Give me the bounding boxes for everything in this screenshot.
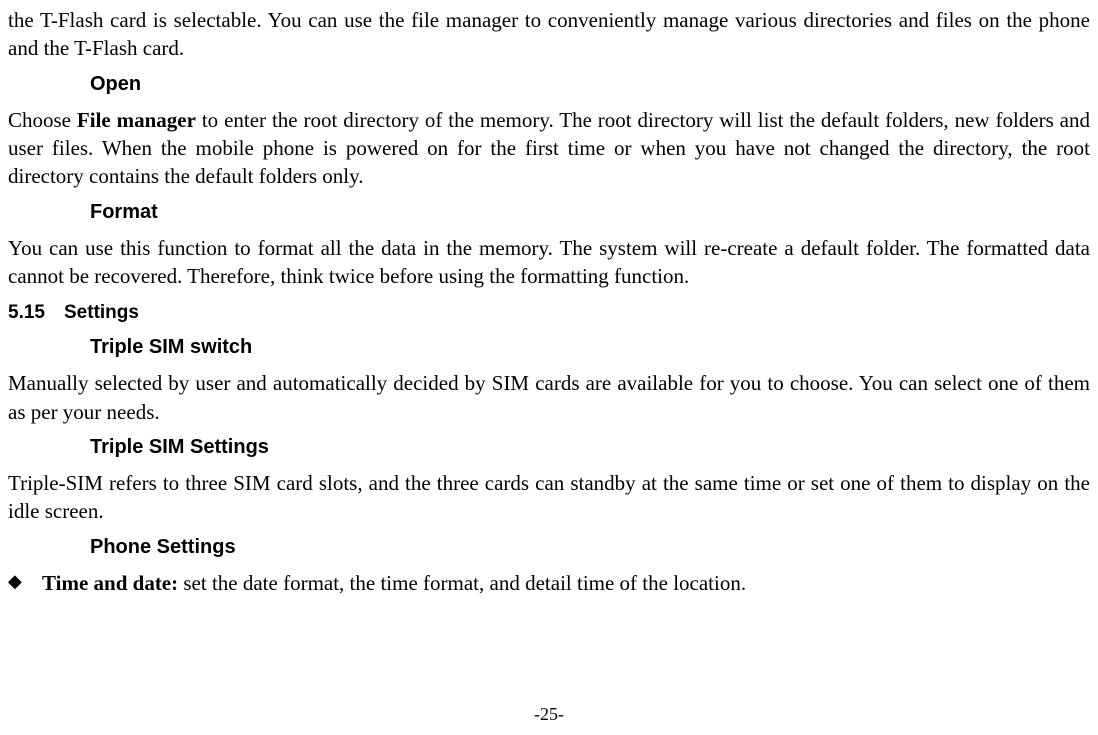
page-number: -25-: [0, 704, 1098, 725]
heading-settings: 5.15Settings: [8, 302, 1090, 324]
open-paragraph: Choose File manager to enter the root di…: [8, 106, 1090, 191]
heading-phone-settings: Phone Settings: [90, 536, 1090, 559]
heading-triple-sim-switch: Triple SIM switch: [90, 336, 1090, 359]
section-number: 5.15: [8, 302, 64, 324]
time-and-date-label: Time and date:: [42, 571, 178, 595]
heading-format: Format: [90, 201, 1090, 224]
diamond-bullet-icon: ◆: [8, 569, 42, 594]
intro-paragraph: the T-Flash card is selectable. You can …: [8, 6, 1090, 63]
time-and-date-desc: set the date format, the time format, an…: [178, 571, 746, 595]
section-title: Settings: [64, 302, 139, 323]
format-paragraph: You can use this function to format all …: [8, 234, 1090, 291]
open-text-pre: Choose: [8, 108, 77, 132]
bullet-text: Time and date: set the date format, the …: [42, 569, 1090, 597]
triple-settings-paragraph: Triple-SIM refers to three SIM card slot…: [8, 469, 1090, 526]
heading-triple-sim-settings: Triple SIM Settings: [90, 436, 1090, 459]
bullet-time-and-date: ◆ Time and date: set the date format, th…: [8, 569, 1090, 597]
file-manager-bold: File manager: [77, 108, 196, 132]
heading-open: Open: [90, 73, 1090, 96]
triple-switch-paragraph: Manually selected by user and automatica…: [8, 369, 1090, 426]
